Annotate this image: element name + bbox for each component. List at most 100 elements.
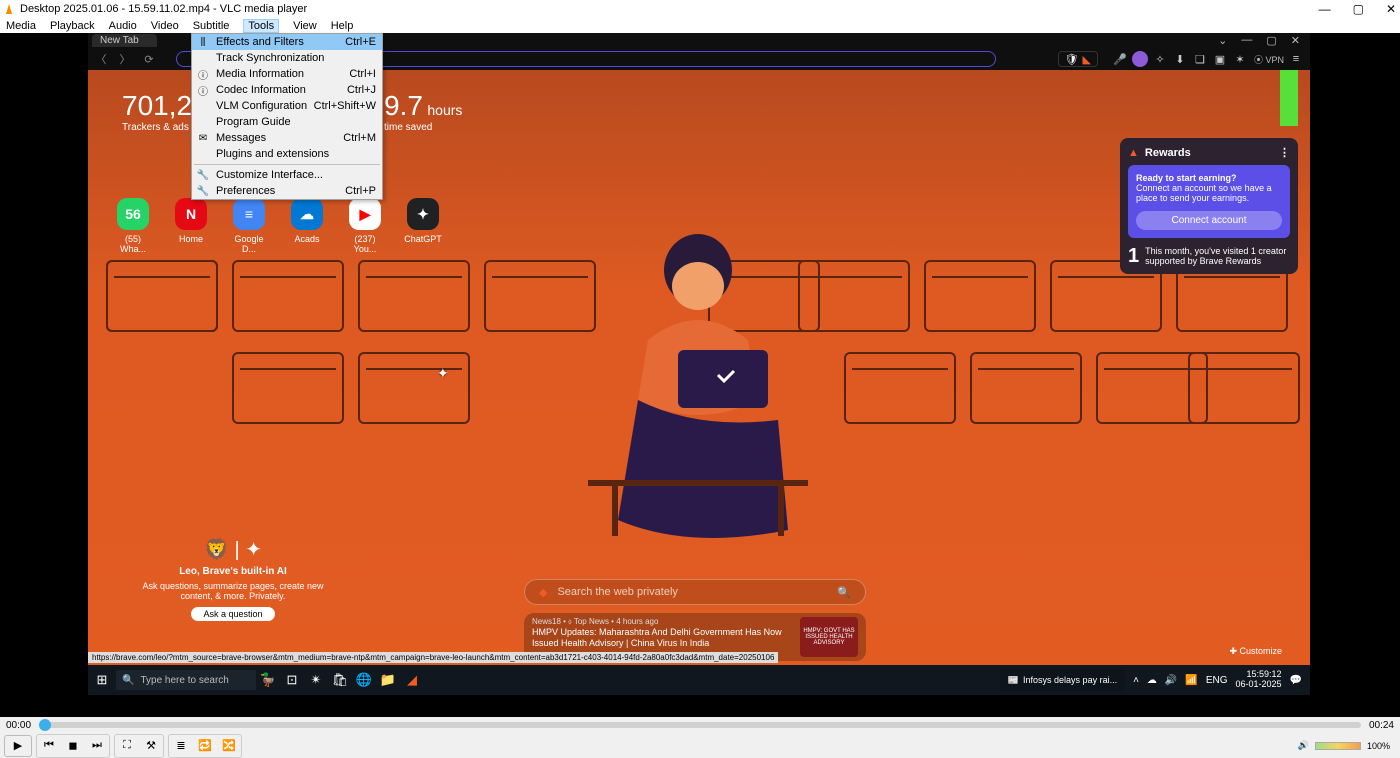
taskbar-date: 06-01-2025 — [1236, 680, 1282, 690]
tools-item-plugins-and-extensions[interactable]: Plugins and extensions — [192, 146, 382, 162]
back-icon[interactable]: 〈 — [94, 51, 108, 67]
sidebar-icon[interactable]: ▣ — [1212, 51, 1228, 67]
ntp-illustration — [88, 260, 1310, 550]
seek-knob[interactable] — [39, 719, 51, 731]
volume-slider[interactable] — [1315, 742, 1361, 750]
menu-tools[interactable]: Tools — [243, 19, 279, 33]
volume-icon[interactable]: 🔊 — [1165, 675, 1177, 686]
fullscreen-button[interactable]: ⛶ — [115, 735, 139, 757]
rewards-ready: Ready to start earning? — [1136, 173, 1237, 183]
tools-item-customize-interface-[interactable]: 🔧Customize Interface... — [192, 167, 382, 183]
search-icon: 🔍 — [122, 675, 134, 686]
news-icon: 📰 — [1008, 675, 1019, 686]
leo-desc: Ask questions, summarize pages, create n… — [128, 581, 338, 601]
shortcut-home[interactable]: NHome — [170, 198, 212, 254]
brave-tab-newtab[interactable]: New Tab — [92, 34, 157, 47]
status-bar-url: https://brave.com/leo/?mtm_source=brave-… — [88, 652, 778, 663]
profile-icon[interactable] — [1132, 51, 1148, 67]
prev-button[interactable]: ⏮ — [37, 735, 61, 757]
explorer-icon[interactable]: 📁 — [376, 668, 400, 692]
hamburger-icon[interactable]: ≡ — [1288, 51, 1304, 67]
stats-hours-num: 9.7 — [384, 90, 423, 121]
lang-indicator[interactable]: ENG — [1206, 675, 1228, 686]
tools-item-vlm-configuration[interactable]: VLM ConfigurationCtrl+Shift+W — [192, 98, 382, 114]
notifications-icon[interactable]: 💬 — [1290, 675, 1302, 686]
copilot-icon[interactable]: ✴ — [304, 668, 328, 692]
minimize-button[interactable]: — — [1319, 2, 1331, 16]
customize-button[interactable]: ✚ Customize — [1229, 646, 1282, 657]
menu-video[interactable]: Video — [151, 20, 179, 32]
taskbar-news-text: Infosys delays pay rai... — [1023, 675, 1117, 685]
news-meta: News18 • ⬨ Top News • 4 hours ago — [532, 617, 792, 627]
menu-help[interactable]: Help — [331, 20, 354, 32]
rewards-menu-icon[interactable]: ⋮ — [1279, 146, 1290, 159]
mic-icon[interactable]: 🎤 — [1112, 51, 1128, 67]
tools-dropdown: ⫼Effects and FiltersCtrl+ETrack Synchron… — [191, 33, 383, 200]
chrome-icon[interactable]: 🌐 — [352, 668, 376, 692]
brave-close-icon[interactable]: ✕ — [1291, 34, 1300, 47]
tools-item-track-synchronization[interactable]: Track Synchronization — [192, 50, 382, 66]
vpn-button[interactable]: ⦿ VPN — [1254, 53, 1284, 66]
next-button[interactable]: ⏭ — [85, 735, 109, 757]
tray-chevron-icon[interactable]: ˄ — [1133, 675, 1139, 686]
forward-icon[interactable]: 〉 — [118, 51, 132, 67]
seek-track[interactable] — [39, 722, 1361, 728]
reload-icon[interactable]: ⟳ — [142, 53, 156, 66]
menu-subtitle[interactable]: Subtitle — [193, 20, 230, 32]
taskview-icon[interactable]: ⊡ — [280, 668, 304, 692]
extensions-icon[interactable]: ✧ — [1152, 51, 1168, 67]
tools-item-preferences[interactable]: 🔧PreferencesCtrl+P — [192, 183, 382, 199]
download-icon[interactable]: ⬇ — [1172, 51, 1188, 67]
taskbar-search-placeholder: Type here to search — [140, 675, 228, 686]
stop-button[interactable]: ◼ — [61, 735, 85, 757]
leo-ask-button[interactable]: Ask a question — [191, 607, 274, 621]
maximize-button[interactable]: ▢ — [1353, 2, 1364, 16]
shortcut--55-wha-[interactable]: 56(55) Wha... — [112, 198, 154, 254]
shortcut-google-d-[interactable]: ≡Google D... — [228, 198, 270, 254]
brave-shields[interactable]: 🛡 ◣ — [1058, 51, 1098, 67]
store-icon[interactable]: 🛍 — [328, 668, 352, 692]
tools-item-effects-and-filters[interactable]: ⫼Effects and FiltersCtrl+E — [192, 34, 382, 50]
shuffle-button[interactable]: 🔀 — [217, 735, 241, 757]
shortcut-acads[interactable]: ☁Acads — [286, 198, 328, 254]
wallet-icon[interactable]: ❏ — [1192, 51, 1208, 67]
news-headline: HMPV Updates: Maharashtra And Delhi Gove… — [532, 627, 792, 649]
windows-taskbar: ⊞ 🔍 Type here to search 🦆 ⊡ ✴ 🛍 🌐 📁 ◢ 📰 … — [88, 665, 1310, 695]
vlc-controls: ▶ ⏮ ◼ ⏭ ⛶ ⚒ ≣ 🔁 🔀 🔊 100% — [0, 733, 1400, 758]
brave-maximize-icon[interactable]: ▢ — [1266, 34, 1276, 47]
play-button[interactable]: ▶ — [4, 735, 32, 757]
shortcut--237-you-[interactable]: ▶(237) You... — [344, 198, 386, 254]
speaker-icon[interactable]: 🔊 — [1298, 740, 1309, 751]
onedrive-icon[interactable]: ☁ — [1147, 675, 1157, 686]
playlist-button[interactable]: ≣ — [169, 735, 193, 757]
taskbar-app-1[interactable]: 🦆 — [256, 668, 280, 692]
taskbar-news[interactable]: 📰 Infosys delays pay rai... — [1000, 669, 1125, 691]
start-button[interactable]: ⊞ — [88, 672, 116, 688]
tools-item-messages[interactable]: ✉MessagesCtrl+M — [192, 130, 382, 146]
leo-panel: 🦁 | ✦ Leo, Brave's built-in AI Ask quest… — [128, 537, 338, 621]
menu-media[interactable]: Media — [6, 20, 36, 32]
brave-minimize-icon[interactable]: — — [1241, 34, 1252, 47]
brave-search-icon: ◆ — [539, 586, 547, 599]
taskbar-search[interactable]: 🔍 Type here to search — [116, 670, 256, 690]
leo-icon[interactable]: ✶ — [1232, 51, 1248, 67]
tools-item-program-guide[interactable]: Program Guide — [192, 114, 382, 130]
menu-audio[interactable]: Audio — [109, 20, 137, 32]
ext-settings-button[interactable]: ⚒ — [139, 735, 163, 757]
wifi-icon[interactable]: 📶 — [1185, 675, 1197, 686]
brave-caret-down-icon[interactable]: ⌄ — [1218, 34, 1227, 47]
vlc-menu-bar: Media Playback Audio Video Subtitle Tool… — [0, 18, 1400, 34]
stats-hours: 9.7 hours time saved — [384, 90, 462, 133]
ntp-search-bar[interactable]: ◆ Search the web privately 🔍 — [524, 579, 866, 605]
taskbar-clock[interactable]: 15:59:12 06-01-2025 — [1236, 670, 1282, 690]
tools-item-media-information[interactable]: ⓘMedia InformationCtrl+I — [192, 66, 382, 82]
shortcut-chatgpt[interactable]: ✦ChatGPT — [402, 198, 444, 254]
loop-button[interactable]: 🔁 — [193, 735, 217, 757]
menu-playback[interactable]: Playback — [50, 20, 95, 32]
menu-view[interactable]: View — [293, 20, 317, 32]
time-total: 00:24 — [1369, 720, 1394, 731]
rewards-connect-button[interactable]: Connect account — [1136, 211, 1282, 230]
brave-taskbar-icon[interactable]: ◢ — [400, 668, 424, 692]
close-button[interactable]: ✕ — [1386, 2, 1396, 16]
tools-item-codec-information[interactable]: ⓘCodec InformationCtrl+J — [192, 82, 382, 98]
